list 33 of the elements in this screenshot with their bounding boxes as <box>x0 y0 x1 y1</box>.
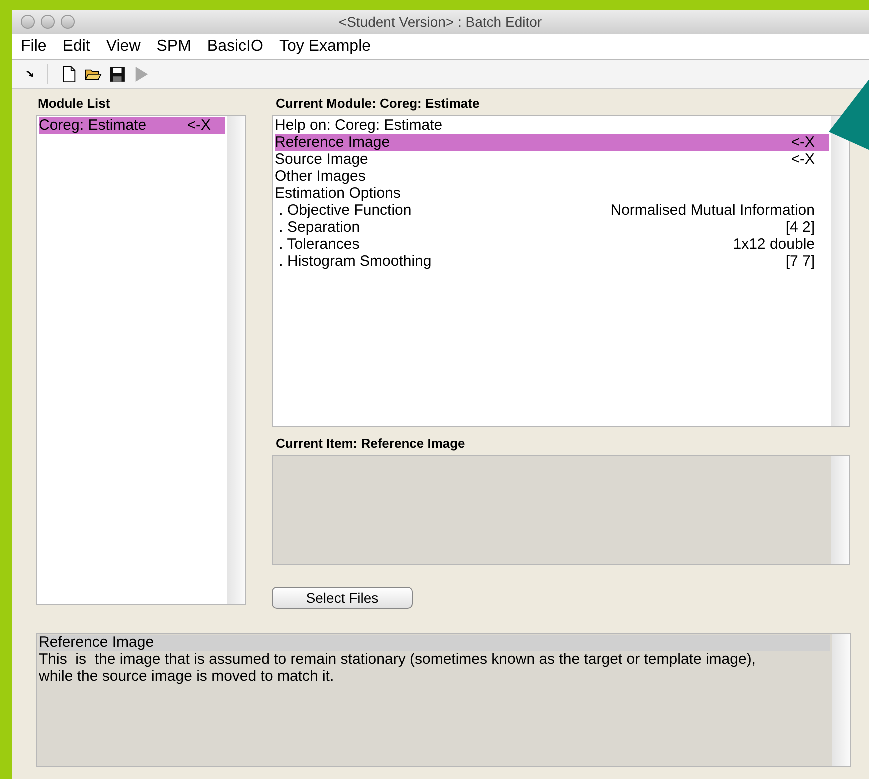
window-title: <Student Version> : Batch Editor <box>338 14 542 30</box>
select-files-button[interactable]: Select Files <box>272 587 413 609</box>
module-list-item[interactable]: Coreg: Estimate <-X <box>39 117 225 134</box>
close-button[interactable] <box>21 15 35 29</box>
option-row[interactable]: Other Images <box>275 168 829 185</box>
option-row[interactable]: Help on: Coreg: Estimate <box>275 117 829 134</box>
option-row[interactable]: . Separation [4 2] <box>275 219 829 236</box>
callout-pointer <box>829 80 869 150</box>
help-text: This is the image that is assumed to remain stationary (sometimes known as the target or template image), while the source image is moved to match it. <box>39 651 757 685</box>
option-row[interactable]: . Tolerances 1x12 double <box>275 236 829 253</box>
help-title: Reference Image <box>39 635 830 651</box>
scrollbar[interactable] <box>227 116 245 604</box>
menu-item[interactable]: BasicIO <box>199 38 272 56</box>
menu-item[interactable]: View <box>98 38 149 56</box>
arrow-icon[interactable] <box>25 68 36 80</box>
current-item-title: Current Item: Reference Image <box>275 435 466 453</box>
save-icon[interactable] <box>109 66 126 82</box>
menu-item[interactable]: SPM <box>148 38 200 56</box>
menu-item[interactable]: File <box>12 38 55 56</box>
zoom-button[interactable] <box>61 15 75 29</box>
menu-item[interactable]: Edit <box>54 38 98 56</box>
current-module-title: Current Module: Coreg: Estimate <box>275 95 481 113</box>
scrollbar[interactable] <box>832 634 850 766</box>
new-file-icon[interactable] <box>61 66 78 82</box>
option-row[interactable]: Reference Image <-X <box>275 134 829 151</box>
option-row[interactable]: . Objective Function Normalised Mutual Information <box>275 202 829 219</box>
menu-item[interactable]: Toy Example <box>271 38 380 56</box>
module-list-title: Module List <box>37 95 112 113</box>
option-row[interactable]: . Histogram Smoothing [7 7] <box>275 253 829 270</box>
minimize-button[interactable] <box>41 15 55 29</box>
scrollbar[interactable] <box>831 456 849 564</box>
option-row[interactable]: Source Image <-X <box>275 151 829 168</box>
option-row[interactable]: Estimation Options <box>275 185 829 202</box>
